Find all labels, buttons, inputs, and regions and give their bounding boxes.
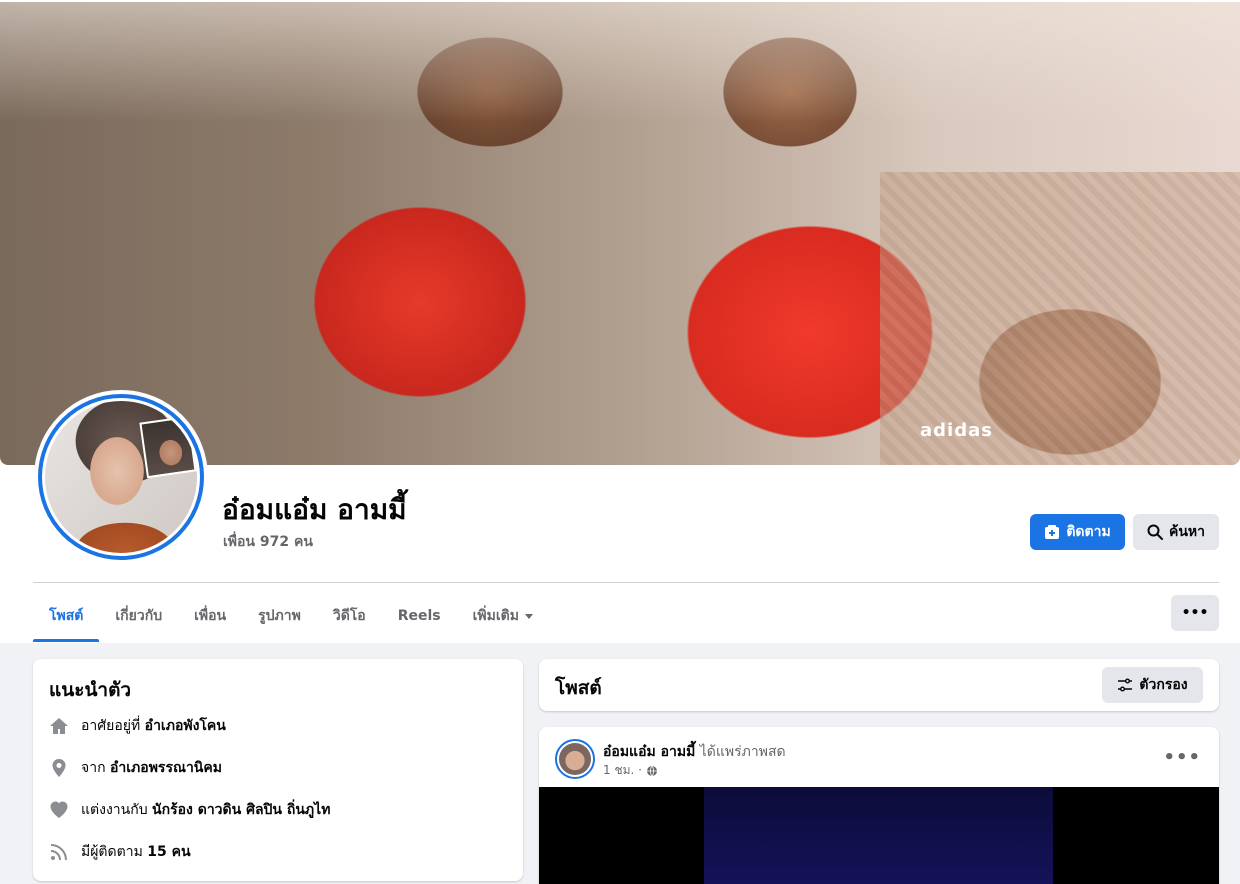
- more-dots-icon: •••: [1181, 605, 1209, 621]
- tab-posts-label: โพสต์: [49, 608, 84, 624]
- follow-icon: [1045, 525, 1060, 539]
- post-options-button[interactable]: •••: [1163, 747, 1201, 768]
- lives-value[interactable]: อำเภอพังโคน: [145, 718, 226, 734]
- profile-name: อ๋อมแอ๋ม อามมี้: [222, 493, 407, 526]
- globe-icon: [646, 765, 657, 776]
- lives-prefix: อาศัยอยู่ที่: [81, 718, 141, 734]
- tab-reels[interactable]: Reels: [382, 590, 457, 642]
- post-card: อ๋อมแอ๋ม อามมี้ ได้แพร่ภาพสด 1 ชม. · •••: [539, 727, 1219, 884]
- intro-card: แนะนำตัว อาศัยอยู่ที่ อำเภอพังโคน จาก อำ…: [33, 659, 523, 881]
- post-action: ได้แพร่ภาพสด: [699, 744, 786, 760]
- avatar-inset-photo: [139, 415, 197, 479]
- profile-avatar[interactable]: [34, 390, 208, 564]
- cover-tarp: [0, 2, 1240, 122]
- search-button[interactable]: ค้นหา: [1133, 514, 1219, 550]
- follow-button[interactable]: ติดตาม: [1030, 514, 1125, 550]
- filter-button[interactable]: ตัวกรอง: [1102, 667, 1203, 703]
- chevron-down-icon: [524, 613, 533, 619]
- from-value[interactable]: อำเภอพรรณานิคม: [110, 760, 222, 776]
- tab-about-label: เกี่ยวกับ: [115, 608, 163, 624]
- post-avatar-photo: [559, 743, 591, 775]
- post-author-avatar[interactable]: [555, 739, 595, 779]
- followers-prefix: มีผู้ติดตาม: [81, 844, 143, 860]
- tab-friends[interactable]: เพื่อน: [178, 590, 242, 642]
- intro-from: จาก อำเภอพรรณานิคม: [49, 757, 222, 779]
- profile-header: adidas อ๋อมแอ๋ม อามมี้ เพื่อน 972 คน ติด…: [0, 0, 1240, 643]
- intro-married: แต่งงานกับ นักร้อง ดาวดิน ศิลปิน ถิ่นภูไ…: [49, 799, 330, 821]
- married-value[interactable]: นักร้อง ดาวดิน ศิลปิน ถิ่นภูไท: [152, 802, 330, 818]
- location-pin-icon: [49, 758, 69, 778]
- intro-followers: มีผู้ติดตาม 15 คน: [49, 841, 191, 863]
- more-options-button[interactable]: •••: [1171, 595, 1219, 631]
- heart-icon: [49, 800, 69, 820]
- tab-more[interactable]: เพิ่มเติม: [457, 590, 549, 642]
- post-author-line: อ๋อมแอ๋ม อามมี้ ได้แพร่ภาพสด: [603, 741, 786, 763]
- header-divider: [33, 582, 1219, 583]
- avatar-story-ring: [38, 394, 204, 560]
- posts-header-card: โพสต์ ตัวกรอง: [539, 659, 1219, 711]
- cover-shirt-logo: adidas: [920, 420, 993, 441]
- intro-title: แนะนำตัว: [49, 679, 132, 701]
- followers-value[interactable]: 15 คน: [147, 844, 190, 860]
- tab-about[interactable]: เกี่ยวกับ: [99, 590, 178, 642]
- follow-label: ติดตาม: [1066, 524, 1111, 540]
- from-prefix: จาก: [81, 760, 106, 776]
- post-author-name[interactable]: อ๋อมแอ๋ม อามมี้: [603, 744, 695, 760]
- post-meta: 1 ชม. ·: [603, 761, 658, 780]
- tab-reels-label: Reels: [397, 608, 441, 624]
- tab-posts[interactable]: โพสต์: [33, 590, 100, 642]
- profile-tabs: โพสต์ เกี่ยวกับ เพื่อน รูปภาพ วิดีโอ Ree…: [33, 590, 549, 642]
- filter-icon: [1118, 678, 1133, 692]
- tab-photos-label: รูปภาพ: [258, 608, 301, 624]
- search-icon: [1147, 524, 1163, 540]
- married-prefix: แต่งงานกับ: [81, 802, 148, 818]
- post-time[interactable]: 1 ชม. ·: [603, 761, 642, 780]
- post-video-frame: [704, 787, 1053, 884]
- search-label: ค้นหา: [1168, 524, 1206, 540]
- posts-title: โพสต์: [555, 677, 602, 699]
- rss-icon: [49, 842, 69, 862]
- friends-count[interactable]: เพื่อน 972 คน: [223, 531, 313, 553]
- cover-photo[interactable]: adidas: [0, 2, 1240, 465]
- home-icon: [49, 716, 69, 736]
- tab-friends-label: เพื่อน: [194, 608, 227, 624]
- tab-videos[interactable]: วิดีโอ: [317, 590, 382, 642]
- tab-videos-label: วิดีโอ: [332, 608, 366, 624]
- tab-photos[interactable]: รูปภาพ: [242, 590, 317, 642]
- filter-label: ตัวกรอง: [1139, 677, 1188, 693]
- post-live-video[interactable]: [539, 787, 1219, 884]
- intro-lives: อาศัยอยู่ที่ อำเภอพังโคน: [49, 715, 226, 737]
- avatar-photo: [42, 398, 200, 556]
- tab-more-label: เพิ่มเติม: [472, 608, 519, 624]
